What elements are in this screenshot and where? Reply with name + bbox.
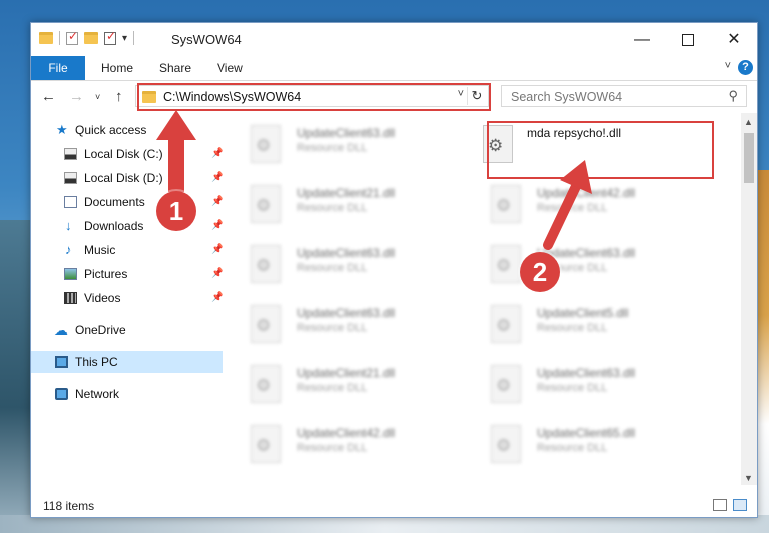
- arrow-up-icon: [156, 110, 196, 192]
- step-badge-2: 2: [520, 252, 560, 292]
- annotation-arrows: [156, 110, 592, 250]
- arrow-diagonal-icon: [543, 177, 583, 250]
- step-badge-1: 1: [156, 191, 196, 231]
